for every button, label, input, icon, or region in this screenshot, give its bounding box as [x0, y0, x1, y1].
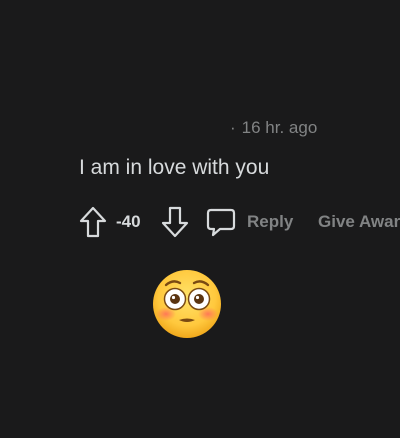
- comment-body: I am in love with you: [79, 156, 270, 179]
- flushed-face-emoji: [151, 268, 223, 340]
- downvote-button[interactable]: [159, 204, 191, 240]
- comment-card: · 16 hr. ago I am in love with you -40 Re…: [0, 0, 400, 438]
- reply-button[interactable]: Reply: [205, 204, 293, 240]
- arrow-down-icon: [161, 206, 189, 238]
- arrow-up-icon: [79, 206, 107, 238]
- meta-separator: ·: [230, 118, 236, 137]
- comment-actions-bar: -40 Reply Give Award: [77, 204, 400, 240]
- give-award-label: Give Award: [318, 212, 400, 231]
- speech-bubble-icon: [206, 208, 236, 237]
- vote-score: -40: [116, 212, 141, 231]
- comment-timestamp: 16 hr. ago: [241, 118, 318, 137]
- give-award-button[interactable]: Give Award: [318, 204, 400, 240]
- reply-label: Reply: [247, 212, 294, 231]
- comment-meta: · 16 hr. ago: [230, 118, 317, 138]
- upvote-button[interactable]: [77, 204, 109, 240]
